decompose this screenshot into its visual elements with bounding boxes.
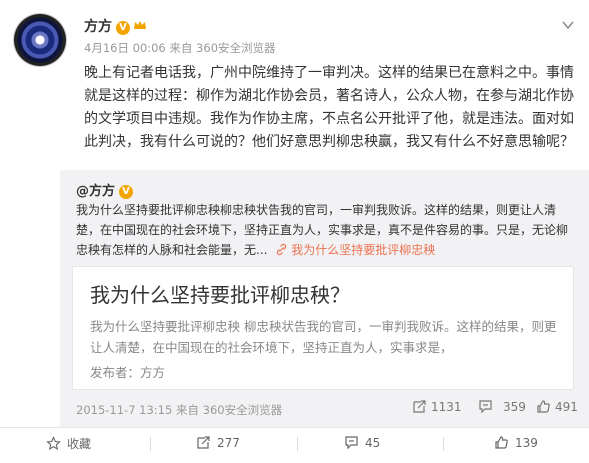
action-divider [297,437,298,451]
like-button[interactable]: 139 [494,435,538,450]
verified-badge-icon: V [116,21,130,35]
verified-badge-icon: V [119,185,134,199]
chevron-down-icon[interactable] [561,18,575,32]
post-meta: 4月16日 00:06 来自 360安全浏览器 [84,41,276,55]
quoted-body: 我为什么坚持要批评柳忠秧柳忠秧状告我的官司，一审判我败诉。这样的结果，则更让人清… [76,200,572,260]
like-count: 139 [515,435,538,450]
avatar[interactable] [14,14,66,66]
favorite-button[interactable]: 收藏 [46,435,91,452]
thumbs-up-icon [495,436,508,449]
post-body: 晚上有记者电话我，广州中院维持了一审判决。这样的结果已在意料之中。事情就是这样的… [84,65,574,150]
action-divider [443,437,444,451]
star-icon [46,436,61,451]
article-link[interactable]: 我为什么坚持要批评柳忠秧 [271,243,435,257]
repost-icon [197,436,210,449]
link-icon [277,243,287,256]
article-card-publisher: 发布者：方方 [90,365,166,380]
quoted-like-count: 491 [555,399,578,414]
article-card-summary: 我为什么坚持要批评柳忠秧 柳忠秧状告我的官司，一审判我败诉。这样的结果，则更让人… [90,319,557,355]
comment-button[interactable]: 45 [344,435,380,450]
article-card-title[interactable]: 我为什么坚持要批评柳忠秧？ [90,279,350,308]
repost-button[interactable]: 277 [196,435,240,450]
comment-count: 45 [365,435,381,450]
quoted-like-button[interactable]: 491 [536,399,578,414]
divider [0,427,589,428]
article-link-label[interactable]: 我为什么坚持要批评柳忠秧 [291,243,435,257]
quoted-repost-button[interactable]: 1131 [412,399,462,414]
action-divider [150,437,151,451]
favorite-label: 收藏 [67,437,92,451]
quoted-repost-count: 1131 [431,399,462,414]
quoted-comment-count: 359 [503,399,526,414]
repost-count: 277 [217,435,240,450]
crown-icon [134,21,146,29]
author-name[interactable]: 方方 [84,19,112,35]
comment-icon [345,436,358,450]
quoted-author-name[interactable]: @方方 [76,184,115,199]
quoted-author[interactable]: @方方 V [76,180,134,199]
quoted-time[interactable]: 2015-11-7 13:15 来自 360安全浏览器 [76,402,282,418]
post-author[interactable]: 方方 V [84,16,147,36]
comment-icon [479,400,492,414]
thumbs-up-icon [537,400,550,413]
repost-icon [413,400,426,413]
quoted-comment-button[interactable]: 359 [478,399,526,414]
